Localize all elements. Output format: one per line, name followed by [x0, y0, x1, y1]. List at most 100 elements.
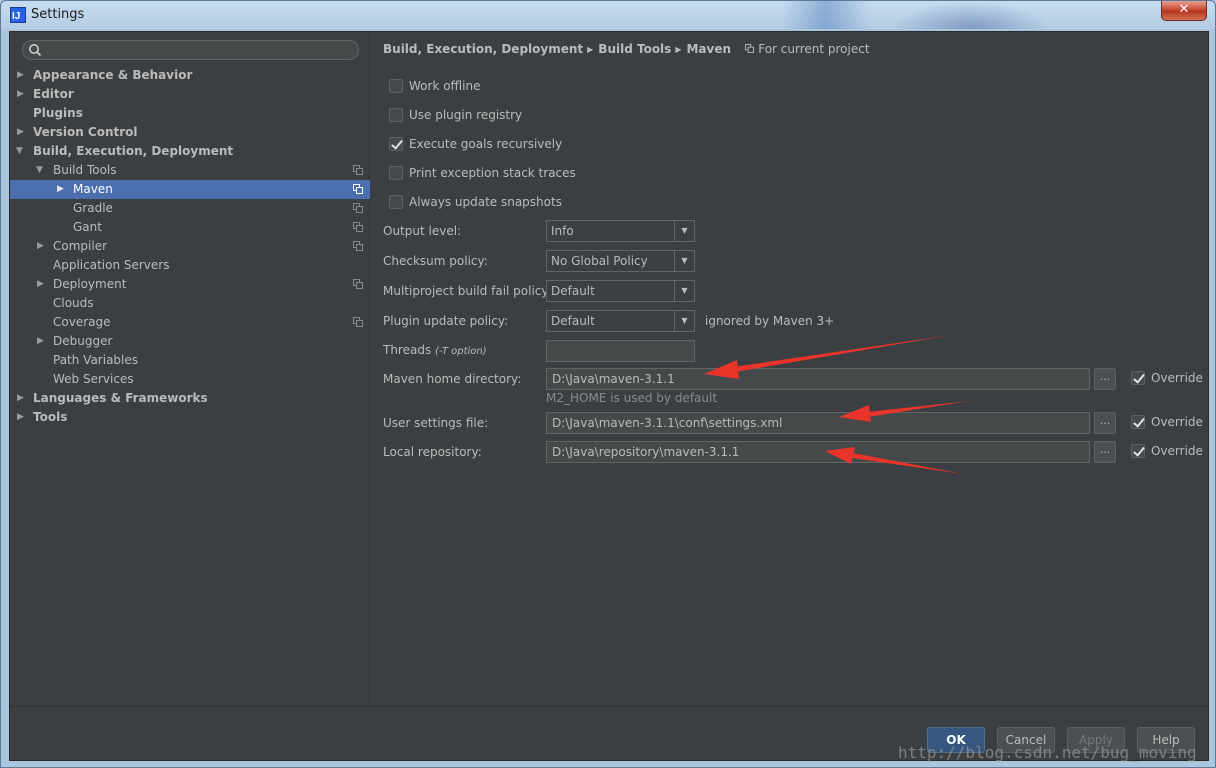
- checksum-policy-label: Checksum policy:: [383, 254, 488, 268]
- sidebar-item-build-execution-deployment[interactable]: ▼ Build, Execution, Deployment: [10, 142, 370, 161]
- sidebar-item-tools[interactable]: ▶ Tools: [10, 408, 370, 427]
- sidebar-item-label: Coverage: [53, 315, 111, 329]
- checkbox-box[interactable]: [1131, 415, 1145, 429]
- sidebar-item-compiler[interactable]: ▶ Compiler: [10, 237, 370, 256]
- sidebar-item-application-servers[interactable]: Application Servers: [10, 256, 370, 275]
- expand-arrow-icon[interactable]: ▶: [17, 389, 27, 408]
- chevron-down-icon[interactable]: ▼: [674, 251, 694, 271]
- settings-window: IJ Settings ✕ ▶ Appearance & Behavior ▶ …: [0, 0, 1216, 768]
- checkbox-box[interactable]: [389, 137, 403, 151]
- sidebar-item-label: Editor: [33, 87, 74, 101]
- scope-indicator: For current project: [745, 42, 870, 56]
- project-scope-icon: [353, 279, 363, 289]
- expand-arrow-icon[interactable]: ▶: [57, 180, 67, 199]
- sidebar-item-appearance-behavior[interactable]: ▶ Appearance & Behavior: [10, 66, 370, 85]
- breadcrumb-item: Build, Execution, Deployment: [383, 42, 584, 56]
- background-decoration: [781, 1, 871, 29]
- maven-home-browse-button[interactable]: ...: [1094, 368, 1116, 390]
- checkbox-box[interactable]: [1131, 371, 1145, 385]
- sidebar-item-gant[interactable]: Gant: [10, 218, 370, 237]
- checkbox-label: Override: [1151, 444, 1203, 458]
- chevron-down-icon[interactable]: ▼: [674, 221, 694, 241]
- sidebar-item-label: Application Servers: [53, 258, 170, 272]
- checkbox-box[interactable]: [1131, 444, 1145, 458]
- plugin-update-policy-select[interactable]: Default ▼: [546, 310, 695, 332]
- project-scope-icon: [353, 241, 363, 251]
- checkbox-label: Print exception stack traces: [409, 166, 576, 180]
- sidebar-item-plugins[interactable]: Plugins: [10, 104, 370, 123]
- select-value: Default: [551, 284, 595, 298]
- sidebar-item-label: Gant: [73, 220, 102, 234]
- threads-label-text: Threads: [383, 343, 432, 357]
- expand-arrow-icon[interactable]: ▶: [37, 237, 47, 256]
- sidebar-item-maven[interactable]: ▶ Maven: [10, 180, 370, 199]
- threads-input[interactable]: [546, 340, 695, 362]
- breadcrumb-item: Build Tools: [598, 42, 672, 56]
- settings-sidebar: ▶ Appearance & Behavior ▶ Editor Plugins…: [10, 32, 370, 706]
- maven-home-label: Maven home directory:: [383, 372, 522, 386]
- window-title: Settings: [31, 7, 85, 22]
- sidebar-item-editor[interactable]: ▶ Editor: [10, 85, 370, 104]
- expand-arrow-icon[interactable]: ▶: [17, 408, 27, 427]
- expand-arrow-icon[interactable]: ▶: [17, 123, 27, 142]
- sidebar-item-label: Build, Execution, Deployment: [33, 144, 234, 158]
- sidebar-item-version-control[interactable]: ▶ Version Control: [10, 123, 370, 142]
- checkbox-box[interactable]: [389, 195, 403, 209]
- maven-settings-panel: Build, Execution, Deployment ▶ Build Tools…: [371, 32, 1208, 706]
- collapse-arrow-icon[interactable]: ▼: [16, 142, 26, 161]
- scope-label: For current project: [758, 42, 870, 56]
- checkbox-label: Execute goals recursively: [409, 137, 563, 151]
- sidebar-item-path-variables[interactable]: Path Variables: [10, 351, 370, 370]
- sidebar-item-debugger[interactable]: ▶ Debugger: [10, 332, 370, 351]
- sidebar-item-label: Plugins: [33, 106, 83, 120]
- svg-text:IJ: IJ: [12, 11, 20, 22]
- checkbox-box[interactable]: [389, 166, 403, 180]
- intellij-app-icon: IJ: [10, 7, 26, 23]
- checkbox-label: Work offline: [409, 79, 481, 93]
- checkbox-box[interactable]: [389, 108, 403, 122]
- plugin-update-policy-note: ignored by Maven 3+: [705, 314, 835, 328]
- local-repository-label: Local repository:: [383, 445, 482, 459]
- search-input[interactable]: [22, 40, 359, 60]
- sidebar-item-label: Build Tools: [53, 163, 117, 177]
- sidebar-item-deployment[interactable]: ▶ Deployment: [10, 275, 370, 294]
- maven-home-hint: M2_HOME is used by default: [546, 391, 718, 405]
- sidebar-item-clouds[interactable]: Clouds: [10, 294, 370, 313]
- expand-arrow-icon[interactable]: ▶: [17, 66, 27, 85]
- user-settings-browse-button[interactable]: ...: [1094, 412, 1116, 434]
- user-settings-input[interactable]: D:\Java\maven-3.1.1\conf\settings.xml: [546, 412, 1090, 434]
- sidebar-item-label: Gradle: [73, 201, 113, 215]
- expand-arrow-icon[interactable]: ▶: [37, 332, 47, 351]
- checksum-policy-select[interactable]: No Global Policy ▼: [546, 250, 695, 272]
- sidebar-item-coverage[interactable]: Coverage: [10, 313, 370, 332]
- threads-label: Threads (-T option): [383, 343, 487, 357]
- sidebar-item-gradle[interactable]: Gradle: [10, 199, 370, 218]
- sidebar-item-label: Web Services: [53, 372, 134, 386]
- expand-arrow-icon[interactable]: ▶: [37, 275, 47, 294]
- collapse-arrow-icon[interactable]: ▼: [36, 161, 46, 180]
- project-scope-icon: [353, 222, 363, 232]
- local-repository-input[interactable]: D:\Java\repository\maven-3.1.1: [546, 441, 1090, 463]
- settings-dialog-body: ▶ Appearance & Behavior ▶ Editor Plugins…: [9, 31, 1209, 762]
- maven-home-input[interactable]: D:\Java\maven-3.1.1: [546, 368, 1090, 390]
- checkbox-label: Override: [1151, 371, 1203, 385]
- user-settings-label: User settings file:: [383, 416, 489, 430]
- chevron-down-icon[interactable]: ▼: [674, 311, 694, 331]
- sidebar-item-label: Path Variables: [53, 353, 139, 367]
- multiproject-fail-policy-select[interactable]: Default ▼: [546, 280, 695, 302]
- breadcrumb-separator-icon: ▶: [587, 45, 594, 54]
- sidebar-item-label: Deployment: [53, 277, 127, 291]
- breadcrumb-item: Maven: [686, 42, 732, 56]
- close-button[interactable]: ✕: [1161, 1, 1207, 21]
- sidebar-item-web-services[interactable]: Web Services: [10, 370, 370, 389]
- sidebar-item-languages-frameworks[interactable]: ▶ Languages & Frameworks: [10, 389, 370, 408]
- output-level-select[interactable]: Info ▼: [546, 220, 695, 242]
- sidebar-item-build-tools[interactable]: ▼ Build Tools: [10, 161, 370, 180]
- local-repository-browse-button[interactable]: ...: [1094, 441, 1116, 463]
- search-icon: [29, 44, 42, 57]
- expand-arrow-icon[interactable]: ▶: [17, 85, 27, 104]
- checkbox-box[interactable]: [389, 79, 403, 93]
- project-scope-icon: [745, 44, 755, 53]
- watermark-text: http://blog.csdn.net/bug_moving: [898, 743, 1197, 762]
- chevron-down-icon[interactable]: ▼: [674, 281, 694, 301]
